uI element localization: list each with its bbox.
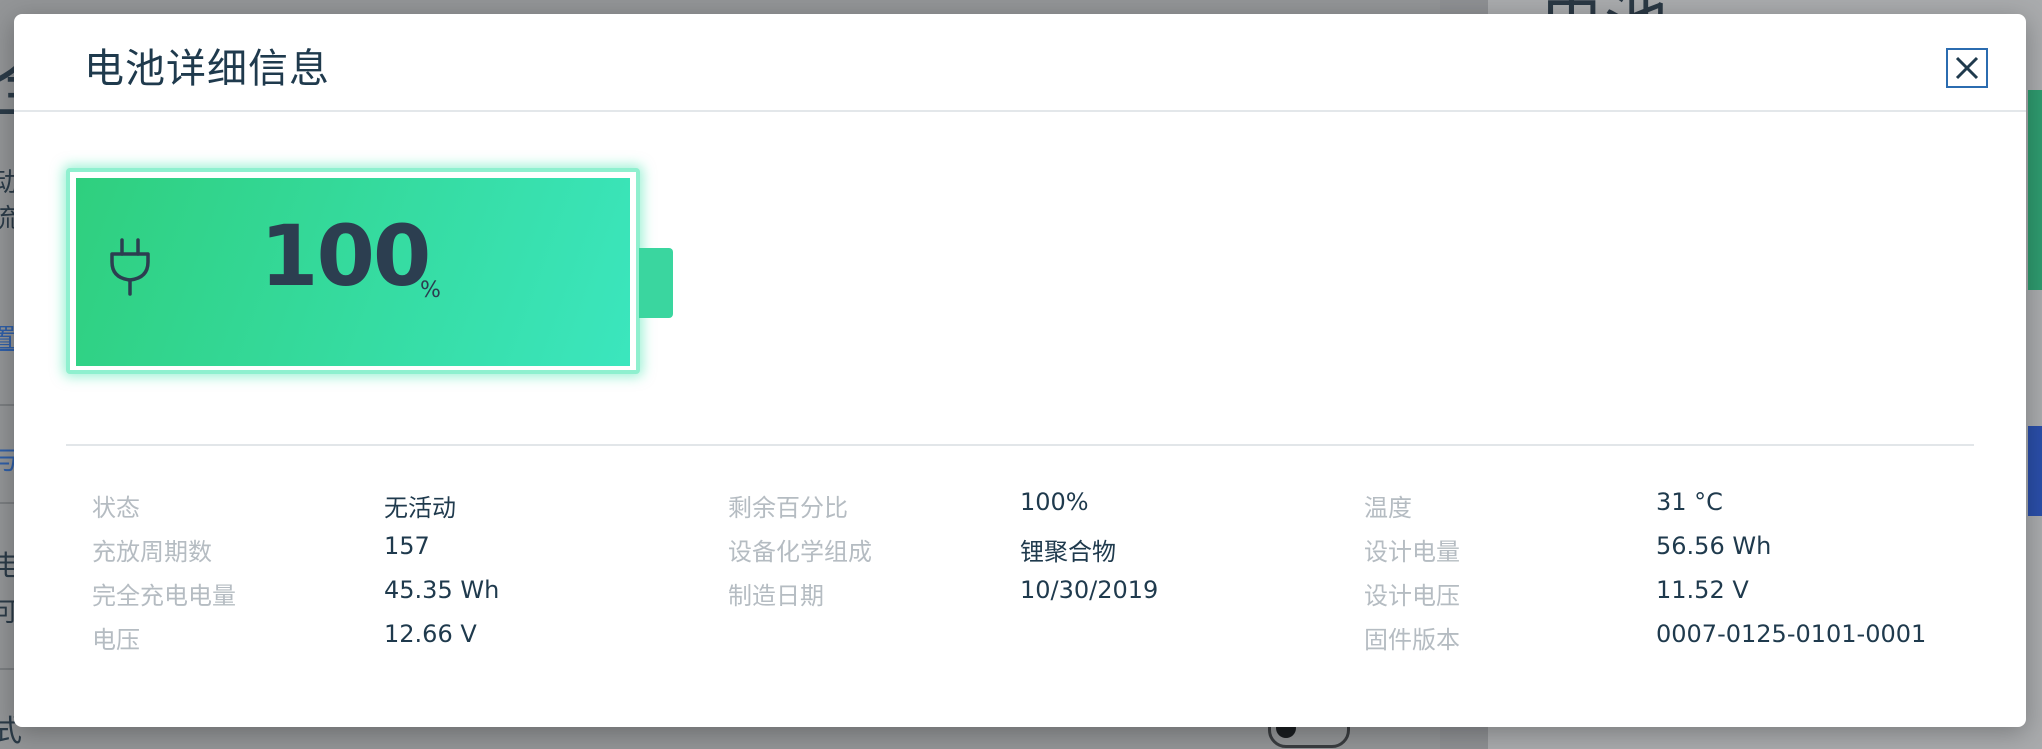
- detail-label: 完全充电电量: [92, 582, 236, 610]
- detail-label: 设计电压: [1364, 582, 1460, 610]
- detail-value: 12.66 V: [384, 620, 477, 648]
- detail-value: 31 °C: [1656, 488, 1723, 516]
- background-accent-strip: [2028, 426, 2042, 516]
- dialog-header: 电池详细信息: [14, 14, 2026, 112]
- detail-value: 45.35 Wh: [384, 576, 500, 604]
- background-accent-strip: [2028, 90, 2042, 290]
- background-divider: [0, 502, 14, 504]
- detail-label: 设计电量: [1364, 538, 1460, 566]
- detail-value: 11.52 V: [1656, 576, 1749, 604]
- detail-label: 制造日期: [728, 582, 824, 610]
- detail-label: 温度: [1364, 494, 1412, 522]
- background-divider: [0, 668, 14, 670]
- detail-label: 设备化学组成: [728, 538, 872, 566]
- battery-terminal: [639, 248, 673, 318]
- detail-value: 10/30/2019: [1020, 576, 1159, 604]
- detail-label: 充放周期数: [92, 538, 212, 566]
- detail-value: 无活动: [384, 494, 456, 522]
- close-icon: [1955, 56, 1979, 80]
- detail-label: 剩余百分比: [728, 494, 848, 522]
- detail-value: 157: [384, 532, 430, 560]
- battery-percentage-unit: %: [420, 278, 441, 303]
- plug-icon: [106, 234, 154, 298]
- detail-value: 0007-0125-0101-0001: [1656, 620, 1927, 648]
- detail-label: 状态: [92, 494, 140, 522]
- battery-details-dialog: 电池详细信息 100 % 状态 无活动充放周期数 157 完全充电电量 45.35 Wh…: [14, 14, 2026, 727]
- detail-value: 锂聚合物: [1020, 538, 1116, 566]
- background-divider: [0, 404, 14, 406]
- detail-label: 固件版本: [1364, 626, 1460, 654]
- detail-value: 100%: [1020, 488, 1089, 516]
- detail-value: 56.56 Wh: [1656, 532, 1772, 560]
- battery-percentage: 100: [260, 207, 431, 305]
- detail-label: 电压: [92, 626, 140, 654]
- section-divider: [66, 444, 1974, 446]
- close-button[interactable]: [1946, 48, 1988, 88]
- dialog-title: 电池详细信息: [84, 46, 330, 92]
